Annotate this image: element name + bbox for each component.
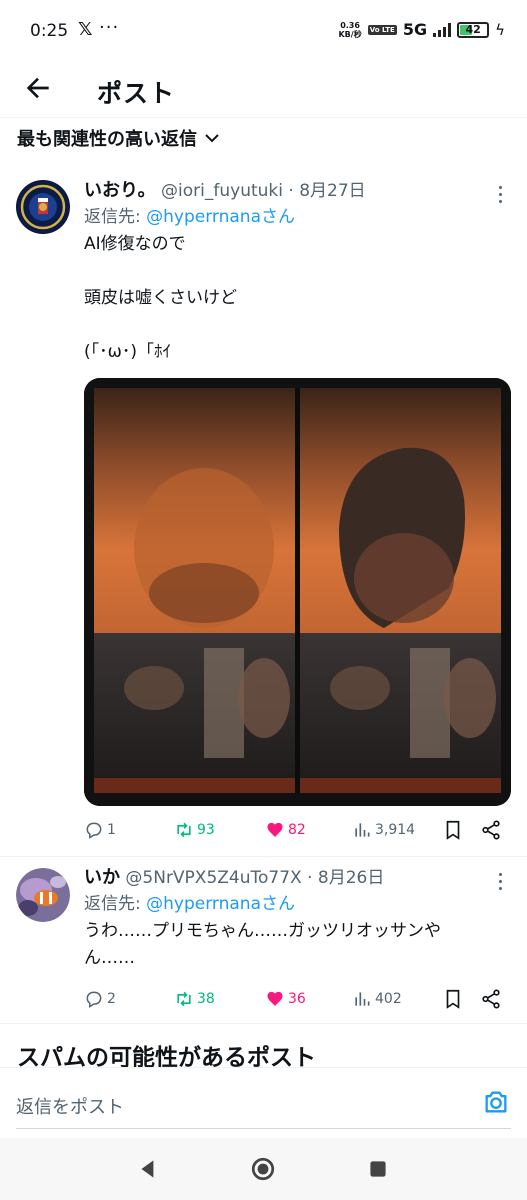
more-notifications-icon: ···	[99, 17, 120, 38]
system-nav-bar	[0, 1138, 527, 1200]
reply-context: 返信先: @hyperrnanaさん	[84, 207, 295, 227]
like-count: 82	[288, 822, 306, 838]
arrow-left-icon[interactable]	[22, 72, 54, 104]
reply-composer[interactable]: 返信をポスト	[0, 1067, 527, 1131]
tweet-text: うわ……プリモちゃん……ガッツリオッサンや ん……	[84, 921, 441, 968]
network-speed: 0.36 KB/秒	[338, 20, 362, 39]
view-count: 402	[375, 991, 402, 1007]
network-type: 5G	[402, 20, 428, 39]
reply-button[interactable]: 1	[84, 820, 116, 840]
username[interactable]: @5NrVPX5Z4uTo77X	[125, 868, 301, 888]
share-icon[interactable]	[480, 819, 502, 841]
avatar[interactable]	[16, 180, 70, 234]
reply-to-link[interactable]: @hyperrnanaさん	[146, 894, 295, 914]
x-logo-icon: 𝕏	[78, 19, 93, 40]
charging-icon: ϟ	[495, 20, 505, 39]
sort-label: 最も関連性の高い返信	[17, 129, 197, 150]
bookmark-icon[interactable]	[442, 819, 464, 841]
top-bar: ポスト	[0, 62, 527, 118]
reply-sort-selector[interactable]: 最も関連性の高い返信	[17, 124, 221, 152]
like-button[interactable]: 82	[265, 820, 306, 840]
camera-icon[interactable]	[482, 1088, 510, 1116]
share-icon[interactable]	[480, 988, 502, 1010]
status-bar: 0:25 𝕏 ··· 0.36 KB/秒 Vo LTE 5G 42 ϟ	[0, 0, 527, 62]
heart-icon	[267, 822, 283, 838]
tweet-actions: 2 38 36 402	[84, 987, 509, 1011]
reply-input[interactable]: 返信をポスト	[16, 1093, 124, 1119]
reply-to-link[interactable]: @hyperrnanaさん	[146, 207, 295, 227]
home-circle-icon[interactable]	[250, 1156, 276, 1182]
display-name[interactable]: いか	[84, 867, 120, 888]
analytics-icon	[355, 992, 370, 1006]
more-options-icon[interactable]	[495, 186, 505, 203]
tweet-image[interactable]	[84, 378, 511, 806]
retweet-button[interactable]: 38	[174, 989, 215, 1009]
views-button[interactable]: 402	[352, 989, 402, 1009]
analytics-icon	[355, 823, 370, 837]
retweet-button[interactable]: 93	[174, 820, 215, 840]
input-underline	[16, 1128, 511, 1129]
view-count: 3,914	[375, 822, 416, 838]
battery-icon: 42	[457, 21, 490, 38]
back-triangle-icon[interactable]	[135, 1156, 161, 1182]
retweet-icon	[177, 822, 191, 838]
like-button[interactable]: 36	[265, 989, 306, 1009]
reply-button[interactable]: 2	[84, 989, 116, 1009]
display-name[interactable]: いおり。	[84, 180, 156, 201]
battery-level: 42	[465, 22, 481, 36]
divider	[0, 1023, 527, 1024]
retweet-count: 38	[197, 991, 215, 1007]
divider	[0, 856, 527, 857]
volte-badge: Vo LTE	[367, 24, 397, 35]
avatar[interactable]	[16, 868, 70, 922]
tweet-text: AI修復なので 頭皮は嘘くさいけど (「･ω･)「ﾎｲ	[84, 234, 237, 362]
reply-context: 返信先: @hyperrnanaさん	[84, 894, 295, 914]
tweet-header: いか @5NrVPX5Z4uTo77X · 8月26日	[84, 867, 385, 888]
signal-icon	[433, 22, 452, 37]
views-button[interactable]: 3,914	[352, 820, 415, 840]
like-count: 36	[288, 991, 306, 1007]
tweet-header: いおり。 @iori_fuyutuki · 8月27日	[84, 180, 366, 201]
heart-icon	[267, 991, 283, 1007]
reply-icon	[86, 991, 102, 1008]
retweet-count: 93	[197, 822, 215, 838]
bookmark-icon[interactable]	[442, 988, 464, 1010]
retweet-icon	[177, 991, 191, 1007]
reply-icon	[86, 822, 102, 839]
page-title: ポスト	[97, 79, 176, 108]
username[interactable]: @iori_fuyutuki	[161, 181, 283, 201]
more-options-icon[interactable]	[495, 873, 505, 890]
timestamp[interactable]: 8月26日	[318, 868, 384, 888]
reply-count: 2	[107, 991, 116, 1007]
timestamp[interactable]: 8月27日	[299, 181, 365, 201]
clock: 0:25	[30, 21, 69, 41]
reply-count: 1	[107, 822, 116, 838]
chevron-down-icon	[205, 134, 219, 143]
tweet-actions: 1 93 82 3,914	[84, 818, 509, 842]
recents-square-icon[interactable]	[365, 1156, 391, 1182]
